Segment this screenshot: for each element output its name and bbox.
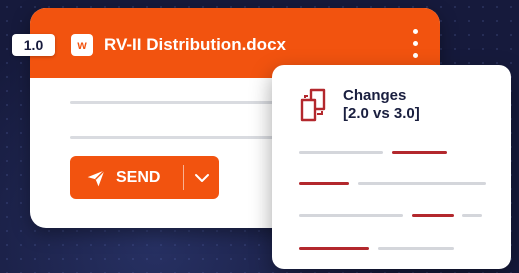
version-badge: 1.0	[12, 34, 55, 56]
chevron-down-icon	[195, 174, 209, 182]
changes-version-range: [2.0 vs 3.0]	[343, 105, 420, 122]
send-button[interactable]: SEND	[70, 156, 181, 199]
diff-line-unchanged	[378, 247, 454, 250]
changes-title: Changes	[343, 87, 407, 104]
diff-line-unchanged	[358, 182, 486, 185]
send-divider	[183, 165, 184, 190]
document-text-line	[70, 136, 290, 139]
document-title: RV-II Distribution.docx	[104, 35, 286, 54]
diff-line-unchanged	[462, 214, 482, 217]
word-file-icon: w	[71, 34, 93, 56]
diff-line-unchanged	[299, 151, 383, 154]
diff-line-changed	[299, 182, 349, 185]
compare-documents-icon	[300, 88, 326, 122]
send-options-dropdown[interactable]	[185, 156, 219, 199]
diff-line-changed	[299, 247, 369, 250]
diff-line-unchanged	[299, 214, 403, 217]
send-split-button: SEND	[70, 156, 219, 199]
document-text-line	[70, 101, 290, 104]
paper-plane-icon	[87, 170, 105, 187]
changes-card: Changes [2.0 vs 3.0]	[272, 65, 511, 269]
diff-line-changed	[412, 214, 454, 217]
send-label: SEND	[116, 169, 161, 186]
more-options-icon[interactable]	[409, 27, 423, 61]
diff-line-changed	[392, 151, 447, 154]
